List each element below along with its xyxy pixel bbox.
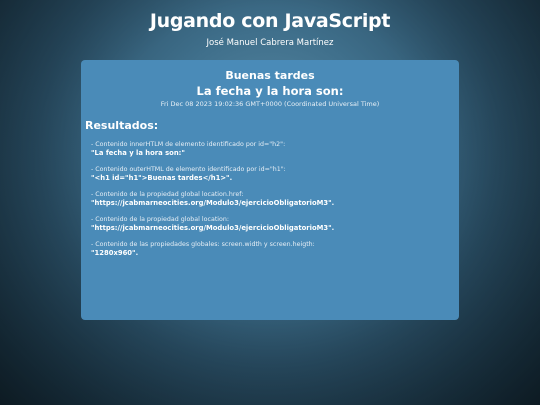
result-item-innerhtml: - Contenido innerHTLM de elemento identi… — [91, 140, 451, 158]
result-value: "La fecha y la hora son:" — [91, 149, 185, 157]
result-description: - Contenido de las propiedades globales:… — [91, 241, 315, 248]
results-list: - Contenido innerHTLM de elemento identi… — [91, 140, 451, 265]
result-item-outerhtml: - Contenido outerHTML de elemento identi… — [91, 165, 451, 183]
results-panel: Buenas tardes La fecha y la hora son: Fr… — [81, 60, 459, 320]
result-value: "https://jcabmarneocities.org/Modulo3/ej… — [91, 224, 335, 232]
result-value: "https://jcabmarneocities.org/Modulo3/ej… — [91, 199, 335, 207]
page-title: Jugando con JavaScript — [149, 10, 391, 32]
result-description: - Contenido de la propiedad global locat… — [91, 191, 244, 198]
result-description: - Contenido de la propiedad global locat… — [91, 216, 230, 223]
greeting-heading: Buenas tardes — [225, 69, 315, 82]
result-description: - Contenido innerHTLM de elemento identi… — [91, 141, 286, 148]
result-value: "<h1 id="h1">Buenas tardes</h1>". — [91, 174, 233, 182]
result-value: "1280x960". — [91, 249, 139, 257]
results-heading: Resultados: — [85, 119, 159, 132]
result-item-location-href: - Contenido de la propiedad global locat… — [91, 190, 451, 208]
result-item-location: - Contenido de la propiedad global locat… — [91, 215, 451, 233]
result-item-screen-size: - Contenido de las propiedades globales:… — [91, 240, 451, 258]
result-description: - Contenido outerHTML de elemento identi… — [91, 166, 286, 173]
datetime-value: Fri Dec 08 2023 19:02:36 GMT+0000 (Coord… — [160, 100, 380, 108]
datetime-heading: La fecha y la hora son: — [196, 84, 344, 98]
author-name: José Manuel Cabrera Martínez — [206, 38, 334, 48]
